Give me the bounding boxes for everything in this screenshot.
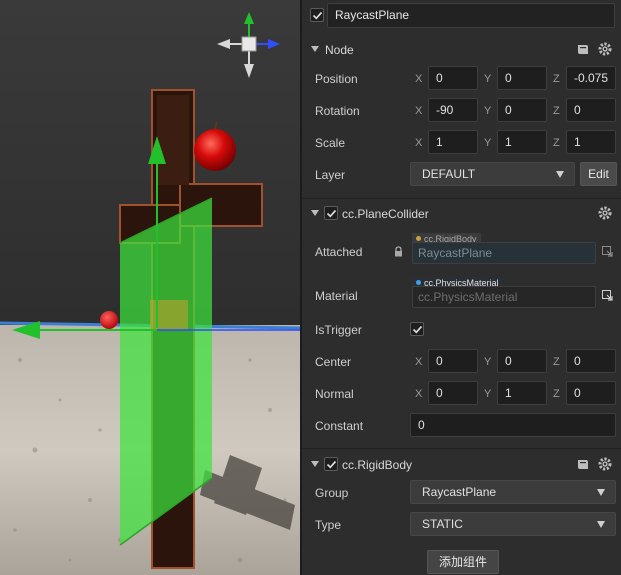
attached-object-field[interactable]: RaycastPlane xyxy=(412,242,596,264)
plane-collider-enabled-checkbox[interactable] xyxy=(324,206,338,220)
scale-z-input[interactable]: 1 xyxy=(566,130,616,154)
checkbox-icon xyxy=(412,325,423,334)
group-label: Group xyxy=(315,486,349,500)
section-separator xyxy=(302,198,621,199)
position-x-input[interactable]: 0 xyxy=(428,66,478,90)
is-trigger-label: IsTrigger xyxy=(315,323,362,337)
center-label: Center xyxy=(315,355,352,369)
gear-icon[interactable] xyxy=(598,206,612,220)
scale-label: Scale xyxy=(315,136,346,150)
chevron-down-icon xyxy=(597,489,605,496)
scale-y-input[interactable]: 1 xyxy=(497,130,547,154)
plane-collider-title: cc.PlaneCollider xyxy=(342,207,429,221)
scene-viewport[interactable] xyxy=(0,0,300,575)
group-value: RaycastPlane xyxy=(422,485,497,499)
group-select[interactable]: RaycastPlane xyxy=(410,480,616,504)
node-name-input[interactable]: RaycastPlane xyxy=(327,3,615,28)
gear-icon[interactable] xyxy=(598,457,612,471)
rotation-z-input[interactable]: 0 xyxy=(566,98,616,122)
layer-edit-button[interactable]: Edit xyxy=(580,162,617,186)
position-z-axis: Z xyxy=(553,73,560,85)
center-z-input[interactable]: 0 xyxy=(566,349,616,373)
center-z-axis: Z xyxy=(553,356,560,368)
type-select[interactable]: STATIC xyxy=(410,512,616,536)
rigid-body-title: cc.RigidBody xyxy=(342,458,413,472)
checkbox-icon xyxy=(326,209,337,218)
plane-collider-collapse-icon[interactable] xyxy=(311,210,319,216)
scene-canvas[interactable] xyxy=(0,0,300,575)
rigid-body-enabled-checkbox[interactable] xyxy=(324,457,338,471)
normal-label: Normal xyxy=(315,387,354,401)
center-y-input[interactable]: 0 xyxy=(497,349,547,373)
position-z-input[interactable]: -0.075 xyxy=(566,66,616,90)
material-label: Material xyxy=(315,289,358,303)
normal-y-input[interactable]: 1 xyxy=(497,381,547,405)
checkbox-icon xyxy=(312,11,323,20)
scale-y-axis: Y xyxy=(484,137,492,149)
rotation-y-axis: Y xyxy=(484,105,492,117)
scale-z-axis: Z xyxy=(553,137,560,149)
book-icon[interactable] xyxy=(576,458,590,471)
center-x-axis: X xyxy=(415,356,423,368)
position-x-axis: X xyxy=(415,73,423,85)
normal-z-axis: Z xyxy=(553,388,560,400)
layer-label: Layer xyxy=(315,168,346,182)
section-separator xyxy=(302,448,621,449)
rigid-body-collapse-icon[interactable] xyxy=(311,461,319,467)
asset-dot-icon xyxy=(416,280,421,285)
object-picker-icon[interactable] xyxy=(602,246,613,257)
constant-label: Constant xyxy=(315,419,364,433)
node-section-collapse-icon[interactable] xyxy=(311,46,319,52)
book-icon[interactable] xyxy=(576,43,590,56)
layer-select[interactable]: DEFAULT xyxy=(410,162,575,186)
rotation-z-axis: Z xyxy=(553,105,560,117)
object-picker-icon[interactable] xyxy=(602,290,613,301)
is-trigger-checkbox[interactable] xyxy=(410,322,424,336)
material-object-field[interactable]: cc.PhysicsMaterial xyxy=(412,286,596,308)
position-y-axis: Y xyxy=(484,73,492,85)
layer-value: DEFAULT xyxy=(422,167,476,181)
center-y-axis: Y xyxy=(484,356,492,368)
rotation-label: Rotation xyxy=(315,104,360,118)
chevron-down-icon xyxy=(597,521,605,528)
gear-icon[interactable] xyxy=(598,42,612,56)
chevron-down-icon xyxy=(556,171,564,178)
normal-y-axis: Y xyxy=(484,388,492,400)
scale-x-axis: X xyxy=(415,137,423,149)
type-label: Type xyxy=(315,518,342,532)
rotation-x-axis: X xyxy=(415,105,423,117)
normal-x-axis: X xyxy=(415,388,423,400)
attached-label: Attached xyxy=(315,245,363,259)
component-dot-icon xyxy=(416,236,421,241)
normal-x-input[interactable]: 0 xyxy=(428,381,478,405)
center-x-input[interactable]: 0 xyxy=(428,349,478,373)
node-section-title: Node xyxy=(325,43,354,57)
scale-x-input[interactable]: 1 xyxy=(428,130,478,154)
normal-z-input[interactable]: 0 xyxy=(566,381,616,405)
rotation-y-input[interactable]: 0 xyxy=(497,98,547,122)
add-component-button[interactable]: 添加组件 xyxy=(427,550,499,574)
position-y-input[interactable]: 0 xyxy=(497,66,547,90)
node-active-checkbox[interactable] xyxy=(310,8,324,22)
lock-icon xyxy=(395,246,402,257)
rotation-x-input[interactable]: -90 xyxy=(428,98,478,122)
constant-input[interactable]: 0 xyxy=(410,413,616,437)
position-label: Position xyxy=(315,72,358,86)
checkbox-icon xyxy=(326,460,337,469)
type-value: STATIC xyxy=(422,517,463,531)
